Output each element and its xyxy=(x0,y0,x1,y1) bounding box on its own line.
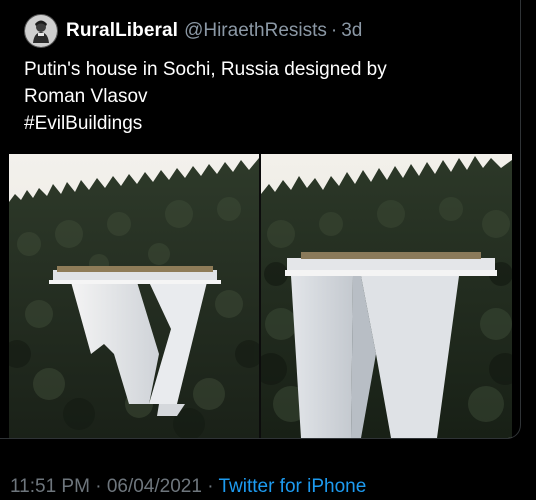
house-photo-right[interactable] xyxy=(261,154,512,438)
tweet-time-ago[interactable]: 3d xyxy=(341,20,362,42)
quoted-tweet-card[interactable]: RuralLiberal @HiraethResists · 3d Putin'… xyxy=(0,0,521,439)
tweet-body: Putin's house in Sochi, Russia designed … xyxy=(24,56,494,137)
tweet-header: RuralLiberal @HiraethResists · 3d xyxy=(24,14,362,48)
footer-separator: · xyxy=(95,476,102,497)
tweet-media xyxy=(9,154,512,438)
header-separator: · xyxy=(330,20,338,41)
display-name[interactable]: RuralLiberal xyxy=(66,20,178,42)
user-avatar-icon[interactable] xyxy=(24,14,58,48)
tweet-page: RuralLiberal @HiraethResists · 3d Putin'… xyxy=(0,0,536,500)
tweet-text-line: Putin's house in Sochi, Russia designed … xyxy=(24,59,387,80)
house-photo-left[interactable] xyxy=(9,154,259,438)
tweet-footer: 11:51 PM · 06/04/2021 · Twitter for iPho… xyxy=(10,476,366,498)
user-handle[interactable]: @HiraethResists xyxy=(184,20,327,42)
hashtag-link[interactable]: #EvilBuildings xyxy=(24,110,494,137)
footer-separator: · xyxy=(207,476,214,497)
tweet-source-link[interactable]: Twitter for iPhone xyxy=(218,476,366,497)
tweet-time[interactable]: 11:51 PM xyxy=(10,476,90,497)
tweet-text-line: Roman Vlasov xyxy=(24,86,148,107)
tweet-date[interactable]: 06/04/2021 xyxy=(107,476,202,497)
